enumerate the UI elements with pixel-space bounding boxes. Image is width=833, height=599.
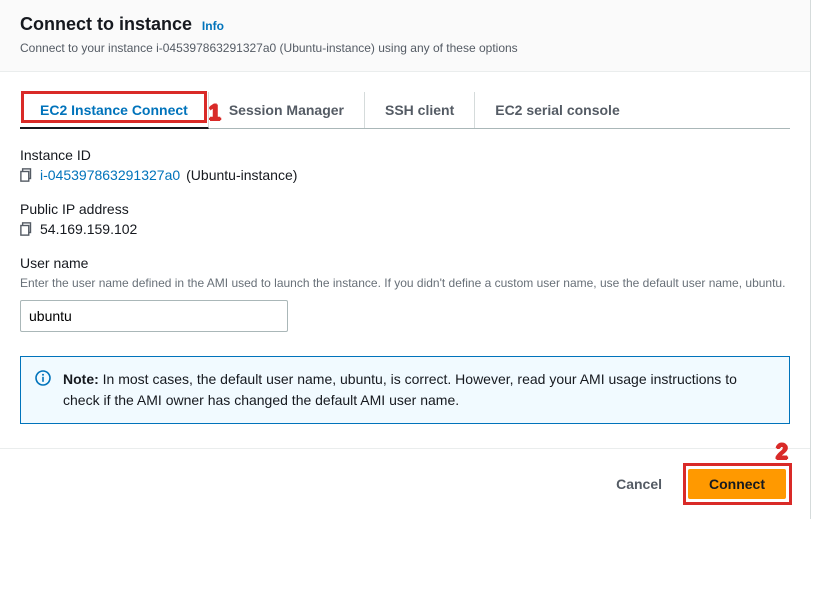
connection-tabs: EC2 Instance Connect 1 Session Manager S… [20, 92, 790, 129]
info-note-box: Note: In most cases, the default user na… [20, 356, 790, 424]
username-block: User name Enter the user name defined in… [20, 255, 790, 332]
connect-to-instance-panel: Connect to instance Info Connect to your… [0, 0, 811, 519]
public-ip-label: Public IP address [20, 201, 790, 217]
note-text: In most cases, the default user name, ub… [63, 371, 737, 408]
page-subtitle: Connect to your instance i-0453978632913… [20, 41, 790, 55]
panel-body: EC2 Instance Connect 1 Session Manager S… [0, 72, 810, 448]
username-help-text: Enter the user name defined in the AMI u… [20, 275, 790, 292]
copy-icon[interactable] [20, 168, 34, 182]
public-ip-block: Public IP address 54.169.159.102 [20, 201, 790, 237]
note-prefix: Note: [63, 371, 99, 387]
instance-id-link[interactable]: i-045397863291327a0 [40, 167, 180, 183]
username-label: User name [20, 255, 790, 271]
panel-footer: Cancel Connect 2 [0, 448, 810, 519]
info-link[interactable]: Info [202, 19, 224, 33]
tab-label: SSH client [385, 102, 454, 118]
tab-ec2-instance-connect[interactable]: EC2 Instance Connect 1 [20, 92, 209, 129]
cancel-button[interactable]: Cancel [612, 468, 666, 500]
tab-session-manager[interactable]: Session Manager [209, 92, 365, 128]
tab-label: EC2 serial console [495, 102, 620, 118]
copy-icon[interactable] [20, 222, 34, 236]
public-ip-value: 54.169.159.102 [40, 221, 137, 237]
instance-id-block: Instance ID i-045397863291327a0 (Ubuntu-… [20, 147, 790, 183]
tab-label: EC2 Instance Connect [40, 102, 188, 118]
instance-id-label: Instance ID [20, 147, 790, 163]
username-input[interactable] [20, 300, 288, 332]
info-icon [35, 370, 51, 386]
tab-ec2-serial-console[interactable]: EC2 serial console [475, 92, 640, 128]
panel-header: Connect to instance Info Connect to your… [0, 0, 810, 72]
instance-name-suffix: (Ubuntu-instance) [186, 167, 297, 183]
tab-ssh-client[interactable]: SSH client [365, 92, 475, 128]
page-title: Connect to instance [20, 14, 192, 34]
connect-button[interactable]: Connect [688, 469, 786, 499]
connect-button-highlight: Connect 2 [684, 465, 790, 503]
tab-label: Session Manager [229, 102, 344, 118]
